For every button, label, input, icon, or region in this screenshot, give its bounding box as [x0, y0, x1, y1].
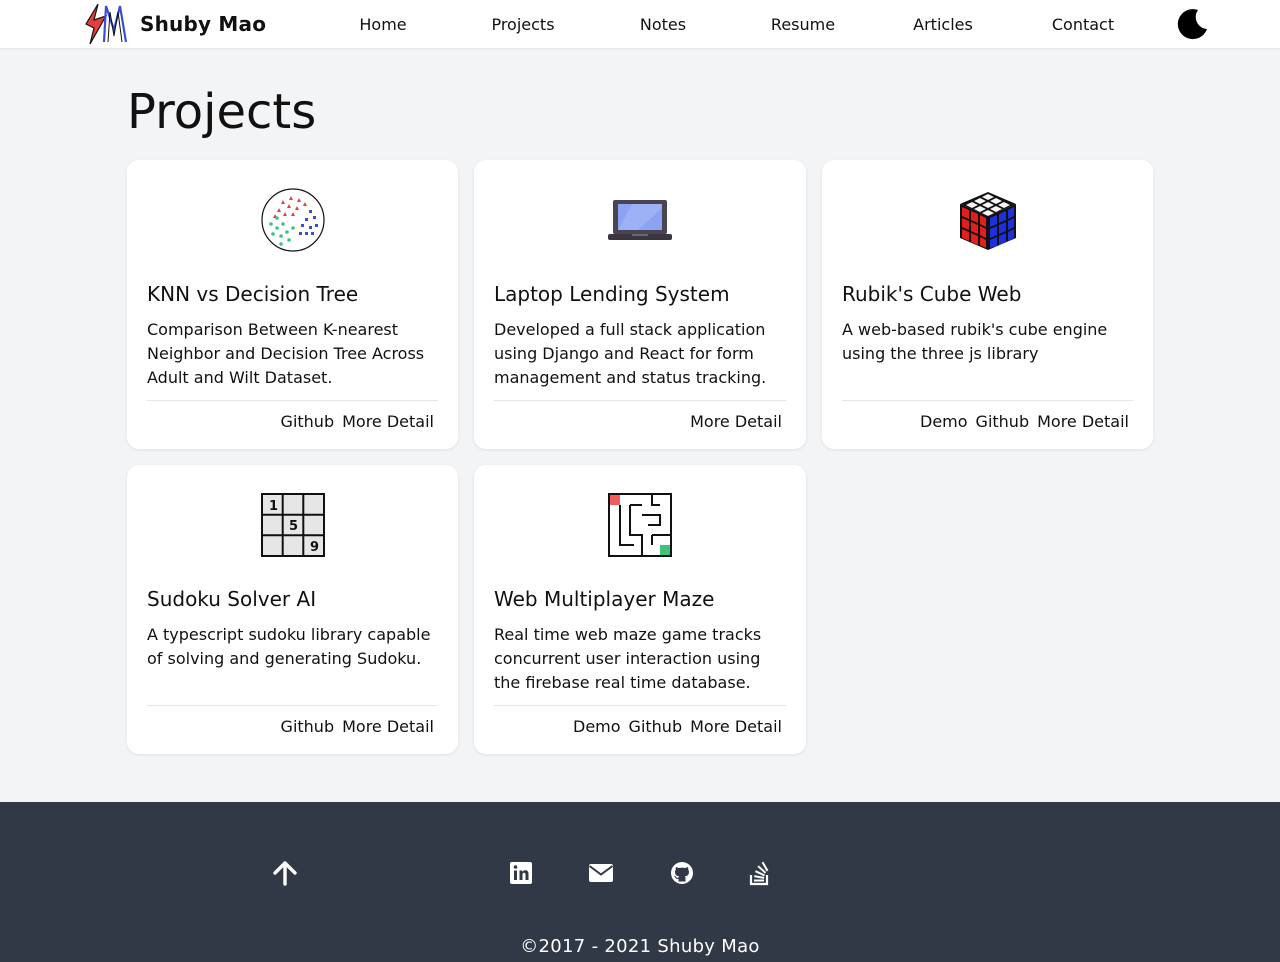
card-description: A typescript sudoku library capable of s…	[147, 625, 431, 668]
card-actions: Demo Github More Detail	[573, 714, 782, 738]
sudoku-digit: 9	[310, 540, 319, 555]
theme-toggle-button[interactable]	[1175, 6, 1211, 42]
github-link[interactable]: Github	[281, 717, 335, 736]
card-title: Web Multiplayer Maze	[494, 587, 715, 611]
projects-grid: KNN vs Decision Tree Comparison Between …	[127, 160, 1153, 754]
linkedin-icon	[510, 862, 532, 884]
card-description: A web-based rubik's cube engine using th…	[842, 320, 1108, 363]
project-card: Web Multiplayer Maze Real time web maze …	[474, 465, 806, 754]
github-link[interactable]: Github	[976, 412, 1030, 431]
card-actions: Demo Github More Detail	[920, 409, 1129, 433]
card-divider	[147, 705, 438, 706]
nav-link-articles[interactable]: Articles	[873, 0, 1013, 48]
card-description: Real time web maze game tracks concurren…	[494, 625, 762, 692]
copyright-text: ©2017 - 2021 Shuby Mao	[520, 936, 760, 957]
more-detail-link[interactable]: More Detail	[342, 412, 434, 431]
card-divider	[494, 400, 786, 401]
rubiks-cube-icon	[956, 188, 1020, 252]
project-card: Laptop Lending System Developed a full s…	[474, 160, 806, 449]
laptop-icon	[608, 188, 672, 252]
card-title: Sudoku Solver AI	[147, 587, 317, 611]
more-detail-link[interactable]: More Detail	[690, 412, 782, 431]
nav-link-notes[interactable]: Notes	[593, 0, 733, 48]
navbar: Shuby Mao Home Projects Notes Resume Art…	[0, 0, 1280, 48]
moon-icon	[1177, 9, 1207, 40]
nav-link-resume[interactable]: Resume	[733, 0, 873, 48]
brand-logo-icon	[85, 3, 128, 45]
nav-link-projects[interactable]: Projects	[453, 0, 593, 48]
sudoku-digit: 1	[269, 499, 278, 514]
card-description: Developed a full stack application using…	[494, 320, 767, 387]
stackoverflow-link[interactable]	[747, 860, 773, 886]
nav-links: Home Projects Notes Resume Articles Cont…	[313, 0, 1153, 48]
project-card: Rubik's Cube Web A web-based rubik's cub…	[822, 160, 1153, 449]
more-detail-link[interactable]: More Detail	[690, 717, 782, 736]
project-card: KNN vs Decision Tree Comparison Between …	[127, 160, 458, 449]
demo-link[interactable]: Demo	[920, 412, 968, 431]
maze-icon	[608, 493, 672, 557]
knn-scatter-icon	[260, 188, 325, 252]
page-title: Projects	[127, 84, 317, 140]
brand-name: Shuby Mao	[140, 12, 267, 36]
card-actions: Github More Detail	[281, 714, 434, 738]
card-divider	[147, 400, 438, 401]
card-title: KNN vs Decision Tree	[147, 282, 359, 306]
github-link[interactable]	[669, 860, 695, 886]
footer: ©2017 - 2021 Shuby Mao	[0, 802, 1280, 962]
linkedin-link[interactable]	[508, 860, 534, 886]
sudoku-grid-icon: 1 5 9	[260, 493, 325, 557]
card-actions: More Detail	[690, 409, 782, 433]
card-divider	[842, 400, 1133, 401]
card-description: Comparison Between K-nearest Neighbor an…	[147, 320, 425, 387]
brand-link[interactable]: Shuby Mao	[84, 2, 266, 46]
email-icon	[588, 864, 614, 882]
sudoku-digit: 5	[289, 519, 298, 534]
demo-link[interactable]: Demo	[573, 717, 621, 736]
nav-link-home[interactable]: Home	[313, 0, 453, 48]
card-title: Rubik's Cube Web	[842, 282, 1022, 306]
stackoverflow-icon	[749, 861, 769, 886]
github-link[interactable]: Github	[629, 717, 683, 736]
back-to-top-button[interactable]	[272, 860, 298, 886]
email-link[interactable]	[588, 860, 614, 886]
nav-link-contact[interactable]: Contact	[1013, 0, 1153, 48]
arrow-up-icon	[273, 861, 297, 886]
card-title: Laptop Lending System	[494, 282, 730, 306]
more-detail-link[interactable]: More Detail	[342, 717, 434, 736]
card-actions: Github More Detail	[281, 409, 434, 433]
github-link[interactable]: Github	[281, 412, 335, 431]
card-divider	[494, 705, 786, 706]
github-icon	[671, 862, 693, 884]
more-detail-link[interactable]: More Detail	[1037, 412, 1129, 431]
project-card: 1 5 9 Sudoku Solver AI A typescript sudo…	[127, 465, 458, 754]
